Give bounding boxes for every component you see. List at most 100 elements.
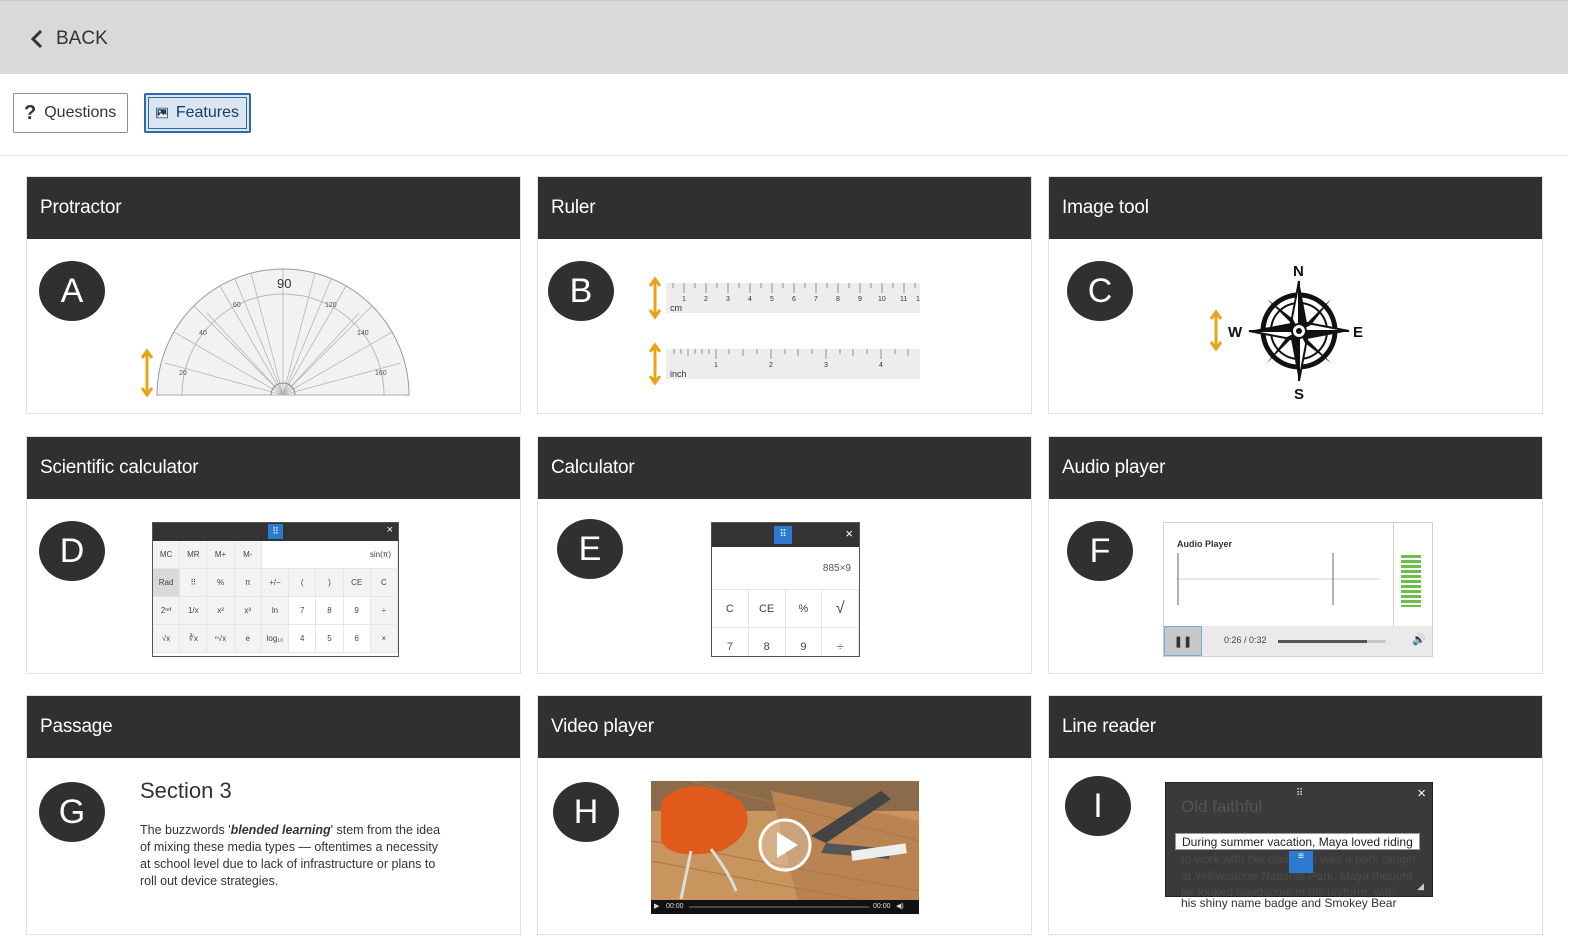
drag-handle-icon: ≡ (1289, 851, 1313, 873)
line-reader-title: Old faithful (1181, 797, 1263, 816)
card-title: Calculator (538, 437, 1031, 499)
sci-key: ⠿ (180, 569, 208, 597)
ruler-cm-tick: 6 (792, 296, 796, 303)
sci-key: CE (343, 569, 371, 597)
card-badge: C (1067, 261, 1133, 321)
calc-key: 8 (749, 628, 786, 656)
feature-card-audio-player[interactable]: Audio player F Audio Player ❚❚ 0:26 / 0:… (1048, 436, 1543, 674)
card-title: Line reader (1049, 696, 1542, 758)
sci-key: M- (234, 541, 262, 569)
drag-grip-icon: ⠿ (268, 524, 283, 539)
sci-key: C (370, 569, 398, 597)
card-title: Scientific calculator (27, 437, 520, 499)
tab-questions-label: Questions (44, 104, 117, 121)
calculator-icon: ⠿ × 885×9 C CE % √ 7 8 9 ÷ (711, 522, 860, 657)
calc-key: CE (748, 590, 786, 628)
card-title: Passage (27, 696, 520, 758)
sci-key: M+ (207, 541, 235, 569)
video-player-icon: ▶ 00:00 00:00 ◀) (651, 781, 919, 914)
sci-key: 5 (316, 625, 344, 653)
ruler-cm-tick: 10 (878, 296, 886, 303)
ruler-inch-tick: 3 (824, 362, 828, 369)
sci-key: ∛x (180, 625, 208, 653)
sci-key: x³ (234, 597, 262, 625)
back-label: BACK (56, 28, 108, 49)
calc-key: 9 (786, 628, 823, 656)
rotate-arrow-icon (140, 348, 154, 397)
ruler-cm-label: cm (670, 303, 682, 313)
compass-e: E (1353, 324, 1363, 341)
audio-time: 0:26 / 0:32 (1224, 635, 1267, 645)
sci-key: √x (153, 625, 181, 653)
ruler-cm-tick: 9 (858, 296, 862, 303)
calc-display: 885×9 (712, 547, 859, 590)
drag-grip-icon: ⠿ (1296, 788, 1304, 799)
calc-key: ÷ (822, 628, 859, 656)
calc-key: % (785, 590, 823, 628)
ruler-icon: 1 2 3 4 5 6 7 8 9 10 11 1 cm 1 2 3 4 inc… (648, 276, 920, 386)
feature-card-protractor[interactable]: Protractor A 90 20 40 60 120 140 160 (26, 176, 521, 414)
compass-s: S (1294, 386, 1304, 403)
audio-progress-fill (1278, 640, 1367, 643)
protractor-left-label: 20 (179, 370, 187, 377)
feature-card-video-player[interactable]: Video player H ▶ 00:00 00:00 ◀) (537, 695, 1032, 935)
audio-player-icon: Audio Player ❚❚ 0:26 / 0:32 🔊 (1163, 522, 1433, 657)
sci-key: ln (261, 597, 290, 625)
sci-key: e (234, 625, 262, 653)
audio-title: Audio Player (1177, 539, 1233, 549)
play-small-icon: ▶ (654, 903, 660, 910)
tab-questions[interactable]: ? Questions (13, 93, 128, 133)
protractor-left-label: 60 (233, 302, 241, 309)
close-icon: × (386, 524, 393, 536)
protractor-left-label: 40 (199, 330, 207, 337)
tab-features-label: Features (175, 104, 239, 121)
ruler-inch-tick: 2 (769, 362, 773, 369)
volume-icon: ◀) (896, 903, 904, 910)
card-badge: B (548, 261, 614, 321)
ruler-cm-tick: 8 (836, 296, 840, 303)
tab-features[interactable]: Features (144, 93, 251, 133)
sci-key: 1/x (180, 597, 208, 625)
ruler-cm-tick: 4 (748, 296, 752, 303)
ruler-cm-tick: 5 (770, 296, 774, 303)
top-bar: BACK (0, 0, 1568, 74)
back-button[interactable]: BACK (30, 25, 108, 53)
sci-key: ( (289, 569, 317, 597)
rotate-arrow-icon (1209, 309, 1223, 352)
ruler-cm-tick: 7 (814, 296, 818, 303)
protractor-right-label: 120 (325, 302, 337, 309)
calc-key: C (712, 590, 749, 628)
feature-card-ruler[interactable]: Ruler B 1 2 3 4 5 6 7 8 9 10 11 1 cm 1 2… (537, 176, 1032, 414)
sci-key: 7 (289, 597, 317, 625)
protractor-right-label: 140 (357, 330, 369, 337)
sci-key: MR (180, 541, 208, 569)
ruler-cm-tick: 1 (916, 296, 920, 303)
close-icon: × (845, 526, 853, 541)
sci-key: 6 (343, 625, 371, 653)
sci-key: 4 (289, 625, 317, 653)
sci-key: ÷ (370, 597, 398, 625)
image-icon (156, 107, 168, 119)
ruler-cm-tick: 2 (704, 296, 708, 303)
card-badge: I (1065, 776, 1131, 836)
feature-card-image-tool[interactable]: Image tool C N E S W (1048, 176, 1543, 414)
rotate-arrow-icon (648, 342, 662, 386)
feature-card-passage[interactable]: Passage G Section 3 The buzzwords 'blend… (26, 695, 521, 935)
card-badge: H (553, 782, 619, 842)
audio-separator (1393, 523, 1394, 626)
feature-card-line-reader[interactable]: Line reader I ⠿ × Old faithful During su… (1048, 695, 1543, 935)
sci-key: log₁₀ (261, 625, 290, 653)
line-reader-icon: ⠿ × Old faithful During summer vacation,… (1165, 782, 1433, 899)
sci-key: x² (207, 597, 235, 625)
feature-card-scientific-calculator[interactable]: Scientific calculator D ⠿ × MC MR M+ M- … (26, 436, 521, 674)
volume-icon: 🔊 (1412, 634, 1426, 646)
sci-key: % (207, 569, 235, 597)
card-badge: D (39, 521, 105, 581)
ruler-cm-tick: 11 (900, 296, 907, 303)
sci-display: sin(π) (261, 541, 398, 569)
video-time-right: 00:00 (873, 903, 891, 910)
audio-progress-track (1278, 640, 1386, 643)
video-controls: ▶ 00:00 00:00 ◀) (651, 900, 919, 914)
passage-emphasis: blended learning (230, 823, 331, 837)
feature-card-calculator[interactable]: Calculator E ⠿ × 885×9 C CE % √ 7 8 9 ÷ (537, 436, 1032, 674)
